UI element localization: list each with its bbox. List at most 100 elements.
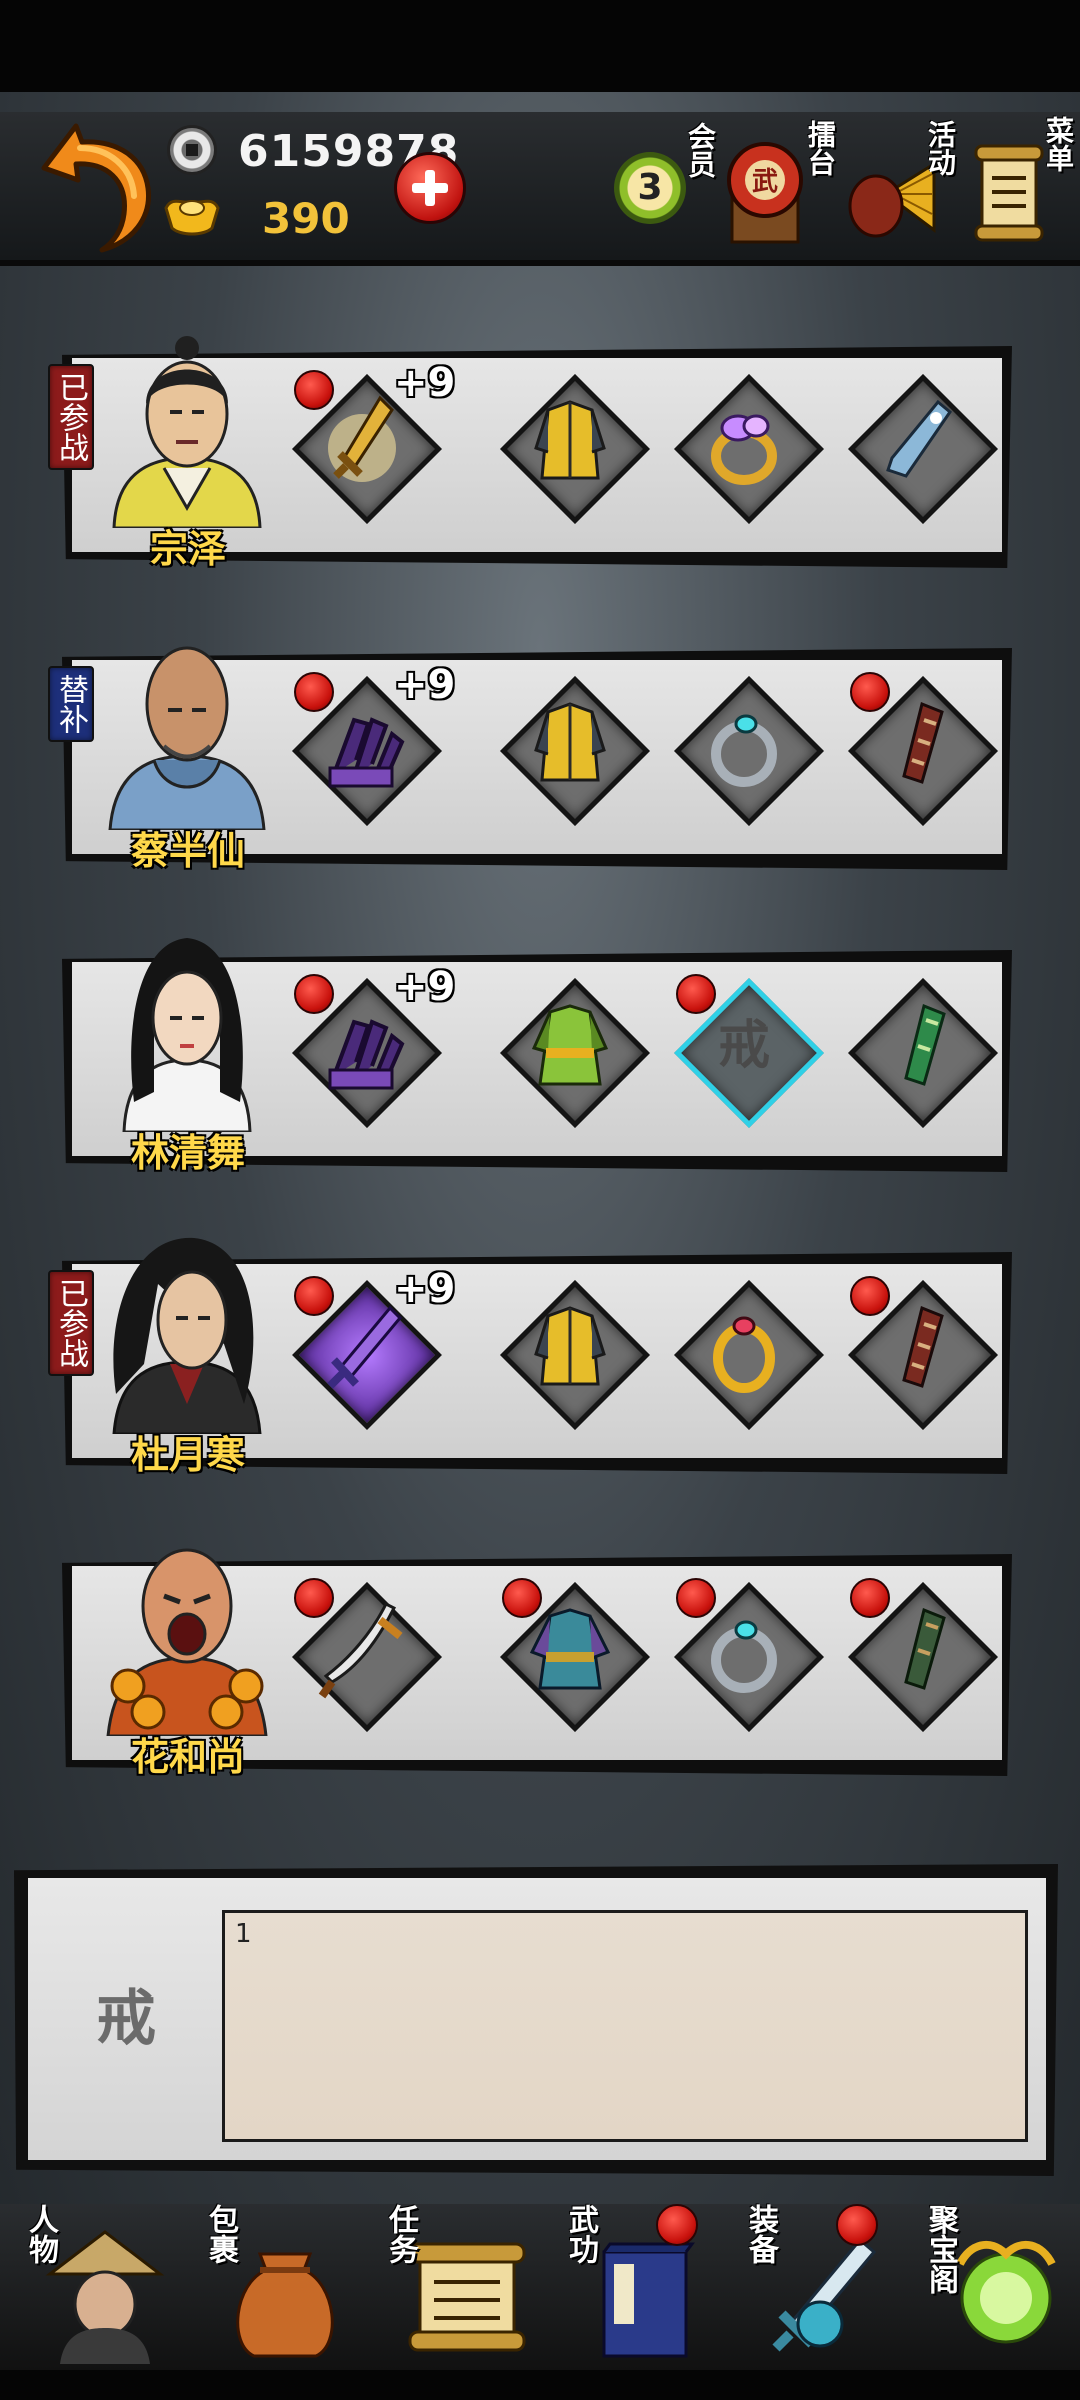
ring-slot[interactable]: [672, 1578, 824, 1732]
hero-row[interactable]: 宗泽 已参战 +9: [48, 336, 1012, 571]
nav-character-label: 人物: [23, 2204, 58, 2264]
ring-slot-placeholder-icon: 戒: [96, 1984, 156, 2054]
enhance-level: +9: [394, 662, 456, 708]
menu-vip[interactable]: 3 会员: [604, 112, 717, 260]
nav-equipment[interactable]: 装备: [720, 2204, 898, 2370]
notification-dot: [294, 672, 334, 712]
enhance-level: +9: [394, 964, 456, 1010]
menu-arena-label: 擂台: [804, 120, 837, 176]
nav-martial-arts-label: 武功: [563, 2204, 598, 2264]
hero-name: 蔡半仙: [130, 829, 245, 873]
green-bracer-icon: [904, 1003, 946, 1086]
bracer-slot[interactable]: [846, 976, 998, 1128]
menu-vip-label: 会员: [684, 122, 717, 178]
hero-status-tag: 已参战: [48, 364, 94, 470]
nav-quest-label: 任务: [383, 2204, 418, 2264]
hero-portrait[interactable]: [104, 620, 270, 830]
gold-value: 390: [262, 194, 350, 243]
notification-dot: [676, 974, 716, 1014]
hero-name: 杜月寒: [130, 1433, 245, 1477]
enhance-level: +9: [394, 1266, 456, 1312]
hero-row[interactable]: 花和尚: [48, 1544, 1012, 1779]
notification-dot: [850, 1276, 890, 1316]
weapon-slot[interactable]: +9: [290, 360, 455, 524]
nav-quest[interactable]: 任务: [360, 2204, 538, 2370]
notification-dot: [294, 974, 334, 1014]
hero-row[interactable]: 林清舞 +9 戒: [48, 938, 1012, 1175]
ring-slot[interactable]: [672, 372, 824, 524]
top-bar: 6159878 390 3 会员 武 擂台 活动 菜单: [0, 112, 1080, 266]
vip-badge-icon: 3: [614, 152, 686, 224]
boots-slot[interactable]: [846, 372, 998, 524]
nav-martial-arts[interactable]: 武功: [540, 2204, 718, 2370]
hero-status-tag: 已参战: [48, 1270, 94, 1376]
silver-ring-icon: [711, 714, 777, 787]
armor-slot[interactable]: [498, 1578, 650, 1732]
notification-dot: [850, 672, 890, 712]
menu-activity[interactable]: 活动: [846, 112, 958, 260]
menu-main[interactable]: 菜单: [968, 112, 1078, 260]
bracer-slot[interactable]: [846, 1578, 998, 1732]
bottom-nav: 人物 包裹 任务 武功 装备 聚宝阁: [0, 2204, 1080, 2370]
hero-row[interactable]: 杜月寒 已参战 +9: [48, 1237, 1012, 1477]
gold-ingot-icon: [164, 199, 220, 236]
armor-slot[interactable]: [498, 976, 650, 1128]
nav-character[interactable]: 人物: [0, 2204, 178, 2370]
blue-boot-icon: [886, 399, 953, 478]
notification-dot: [294, 1276, 334, 1316]
armor-slot[interactable]: [498, 674, 650, 826]
weapon-slot[interactable]: +9: [290, 1266, 455, 1430]
nav-treasure-pavilion[interactable]: 聚宝阁: [900, 2204, 1078, 2370]
menu-main-label: 菜单: [1042, 116, 1075, 172]
weapon-slot[interactable]: +9: [290, 964, 455, 1128]
nav-equipment-label: 装备: [743, 2204, 778, 2264]
status-bar: [0, 0, 1080, 92]
war-drum-icon: 武: [727, 142, 803, 244]
empty-ring-slot-icon: 戒: [717, 1015, 770, 1076]
weapon-slot[interactable]: [290, 1578, 442, 1732]
nav-treasure-pavilion-label: 聚宝阁: [923, 2204, 958, 2294]
armor-icon: [534, 400, 606, 480]
hero-name: 林清舞: [130, 1131, 245, 1175]
hero-name: 花和尚: [130, 1735, 245, 1779]
system-nav-bar: [0, 2370, 1080, 2400]
scroll-icon: [974, 144, 1044, 242]
gem-ring-icon: [711, 414, 777, 485]
hero-name: 宗泽: [149, 527, 226, 571]
back-button[interactable]: [36, 118, 156, 254]
green-robe-icon: [531, 1004, 609, 1086]
bracer-slot[interactable]: [846, 672, 998, 826]
notification-dot: [294, 370, 334, 410]
armor-icon: [534, 702, 606, 782]
hero-portrait[interactable]: [104, 922, 270, 1132]
bracer-slot[interactable]: [846, 1276, 998, 1430]
armor-icon: [534, 1306, 606, 1386]
hero-portrait[interactable]: [104, 318, 270, 528]
nav-bag[interactable]: 包裹: [180, 2204, 358, 2370]
hero-status-tag: 替补: [48, 666, 94, 742]
notification-dot: [656, 2204, 698, 2246]
hero-row[interactable]: 蔡半仙 替补 +9: [48, 638, 1012, 873]
ring-slot[interactable]: [672, 674, 824, 826]
hero-portrait[interactable]: [104, 1224, 270, 1434]
enhance-level: +9: [394, 360, 456, 406]
menu-arena[interactable]: 武 擂台: [718, 112, 837, 260]
notification-dot: [676, 1578, 716, 1618]
ring-slot-empty[interactable]: 戒: [672, 974, 824, 1128]
armor-slot[interactable]: [498, 372, 650, 524]
recharge-plus-button[interactable]: [394, 152, 466, 224]
notification-dot: [502, 1578, 542, 1618]
weapon-slot[interactable]: +9: [290, 662, 455, 826]
svg-text:武: 武: [752, 167, 778, 197]
notification-dot: [294, 1578, 334, 1618]
notification-dot: [850, 1578, 890, 1618]
coin-icon: [170, 128, 214, 172]
gold-ring-icon: [713, 1316, 775, 1393]
item-description: 1: [222, 1910, 1028, 2142]
hero-portrait[interactable]: [104, 1526, 270, 1736]
notification-dot: [836, 2204, 878, 2246]
ring-slot[interactable]: [672, 1278, 824, 1430]
back-arrow-icon: [41, 123, 151, 253]
menu-activity-label: 活动: [924, 120, 957, 176]
armor-slot[interactable]: [498, 1278, 650, 1430]
